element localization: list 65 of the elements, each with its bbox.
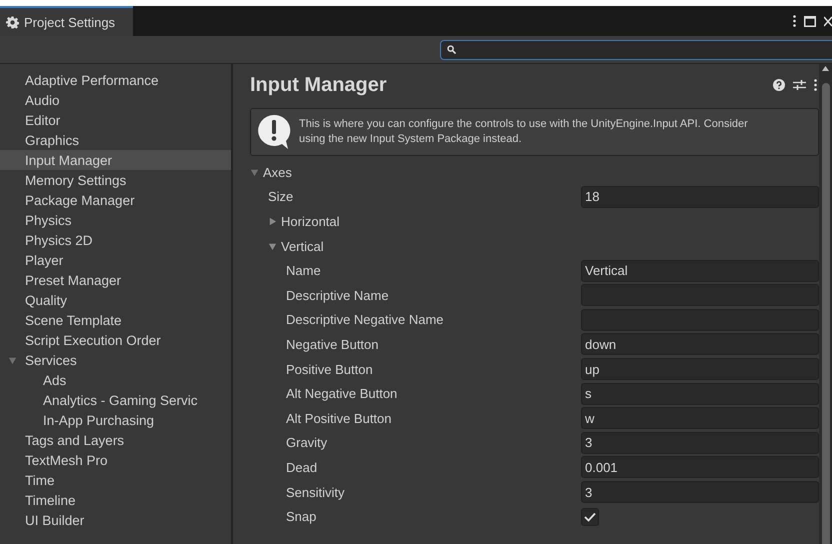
text-field[interactable]: 3 [581, 432, 819, 454]
more-options-icon[interactable] [793, 15, 796, 27]
scroll-up-icon[interactable] [822, 66, 829, 71]
sidebar-item[interactable]: Physics 2D [0, 230, 231, 250]
sidebar-item[interactable]: Player [0, 250, 231, 270]
property-label: Positive Button [286, 362, 374, 377]
close-icon[interactable] [824, 16, 832, 26]
sidebar-item[interactable]: Package Manager [0, 190, 231, 210]
property-label: Gravity [286, 435, 328, 450]
text-field[interactable]: 3 [581, 481, 819, 504]
search-field[interactable] [440, 40, 832, 60]
sidebar-item[interactable]: UI Builder [0, 510, 231, 530]
sidebar-item[interactable]: In-App Purchasing [0, 410, 231, 430]
help-icon[interactable] [773, 79, 785, 91]
sidebar-item[interactable]: Adaptive Performance [0, 70, 231, 90]
property-label: Size [268, 189, 294, 204]
property-label: Descriptive Negative Name [286, 312, 445, 328]
property-label: Dead [286, 460, 318, 475]
sidebar-item[interactable]: Time [0, 470, 231, 490]
sidebar-item[interactable]: Script Execution Order [0, 330, 231, 350]
sliders-icon[interactable] [793, 79, 806, 91]
sidebar-item[interactable]: Quality [0, 290, 231, 310]
sidebar-item[interactable]: Scene Template [0, 310, 231, 330]
number-field[interactable]: 18 [581, 186, 819, 208]
property-label: Name [286, 263, 322, 278]
expanded-arrow-icon[interactable] [268, 242, 277, 251]
sidebar-item[interactable]: Analytics - Gaming Servic [0, 390, 231, 410]
sidebar-item[interactable]: Preset Manager [0, 270, 231, 290]
text-field[interactable]: s [581, 382, 819, 405]
sidebar-item[interactable]: Services [0, 350, 231, 370]
sidebar-item[interactable]: Graphics [0, 130, 231, 150]
property-label: Alt Negative Button [286, 386, 398, 402]
search-icon [447, 45, 456, 54]
collapsed-arrow-icon[interactable] [268, 216, 277, 226]
text-field[interactable]: down [581, 333, 819, 356]
sidebar-item[interactable]: Audio [0, 90, 231, 110]
text-field[interactable]: up [581, 358, 819, 380]
sidebar-item[interactable]: Editor [0, 110, 231, 130]
more-options-icon[interactable] [814, 79, 817, 91]
foldout[interactable]: Vertical [268, 238, 324, 254]
property-label: Negative Button [286, 336, 380, 352]
page-title: Input Manager [250, 74, 387, 96]
sidebar-item[interactable]: Ads [0, 370, 231, 390]
sidebar-item[interactable]: Tags and Layers [0, 430, 231, 450]
property-label: Snap [286, 509, 318, 524]
sidebar-item[interactable]: TextMesh Pro [0, 450, 231, 470]
help-message: This is where you can configure the controls to use with the UnityEngine.Input API. Consider using the new Input System Package instead. [299, 117, 749, 147]
text-field[interactable]: 0.001 [581, 456, 819, 478]
foldout[interactable]: Axes [250, 164, 292, 180]
maximize-icon[interactable] [804, 16, 816, 26]
window-tab[interactable]: Project Settings [0, 6, 134, 36]
sidebar-item[interactable]: Memory Settings [0, 170, 231, 190]
sidebar-item[interactable]: Timeline [0, 490, 231, 510]
gear-icon [6, 16, 19, 28]
warning-icon [257, 114, 291, 150]
property-label: Sensitivity [286, 484, 346, 500]
text-field[interactable]: w [581, 407, 819, 430]
checkbox[interactable] [581, 508, 599, 526]
text-field[interactable]: Vertical [581, 260, 819, 282]
sidebar-item[interactable]: Input Manager [0, 150, 231, 170]
scrollbar[interactable] [819, 64, 832, 544]
property-label: Alt Positive Button [286, 410, 392, 426]
foldout[interactable]: Horizontal [268, 214, 340, 229]
property-label: Descriptive Name [286, 288, 390, 303]
sidebar-item[interactable]: Physics [0, 210, 231, 230]
